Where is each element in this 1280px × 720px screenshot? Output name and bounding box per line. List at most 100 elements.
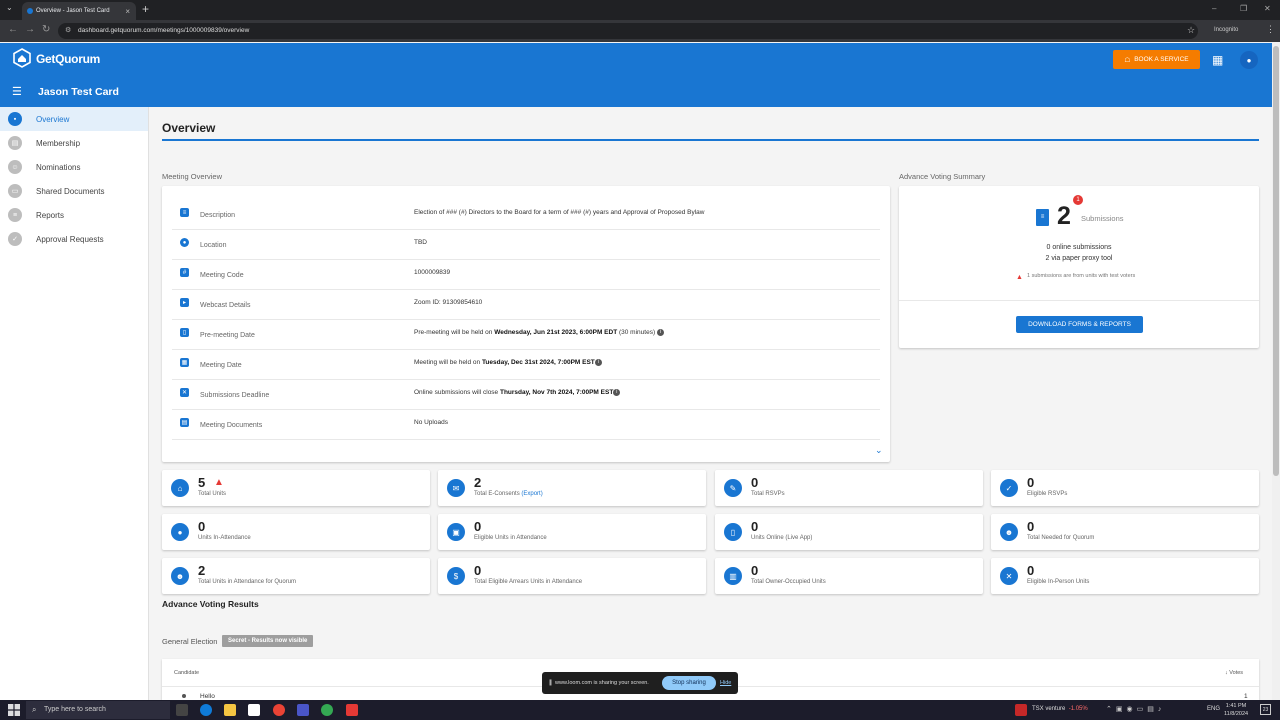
getquorum-logo-icon[interactable] bbox=[12, 48, 32, 68]
windows-start-icon[interactable] bbox=[8, 704, 20, 716]
location-pin-icon: ● bbox=[171, 523, 189, 541]
pdf-icon: ▤ bbox=[180, 418, 189, 427]
overview-row-meeting-date: ▦ Meeting Date Meeting will be held on T… bbox=[172, 350, 880, 380]
sidebar-item-reports[interactable]: ≡ Reports bbox=[0, 203, 148, 227]
reload-icon[interactable]: ↻ bbox=[42, 24, 50, 35]
overview-label: Pre-meeting Date bbox=[200, 332, 255, 339]
screen-share-bar: ❚ www.loom.com is sharing your screen. S… bbox=[542, 672, 738, 694]
info-icon[interactable]: i bbox=[656, 329, 664, 336]
secret-badge: Secret - Results now visible bbox=[222, 635, 314, 647]
overview-row-location: ● Location TBD bbox=[172, 230, 880, 260]
no-person-icon: ✕ bbox=[1000, 567, 1018, 585]
chrome-icon[interactable] bbox=[273, 704, 285, 716]
apps-grid-icon[interactable]: ▦ bbox=[1212, 53, 1223, 67]
browser-menu-icon[interactable]: ⋮ bbox=[1266, 24, 1275, 35]
sidebar-item-label: Membership bbox=[36, 138, 81, 148]
stat-card: ⌂ 5 ▲ Total Units bbox=[162, 470, 430, 506]
system-tray-icons[interactable]: ⌃▣◉▭▤♪ bbox=[1106, 705, 1165, 713]
stat-value: 0 bbox=[751, 519, 759, 534]
sidebar-item-label: Approval Requests bbox=[36, 234, 104, 244]
download-forms-button[interactable]: DOWNLOAD FORMS & REPORTS bbox=[1016, 316, 1143, 333]
location-pin-icon: ● bbox=[180, 238, 189, 247]
mobile-icon: ▯ bbox=[724, 523, 742, 541]
notion-icon[interactable] bbox=[248, 704, 260, 716]
app-icon[interactable] bbox=[346, 704, 358, 716]
overview-value: Meeting will be held on Tuesday, Dec 31s… bbox=[414, 359, 602, 366]
sidebar-item-shared-documents[interactable]: ▭ Shared Documents bbox=[0, 179, 148, 203]
edge-icon[interactable] bbox=[200, 704, 212, 716]
sidebar: ▪ Overview ▤ Membership ☺ Nominations ▭ … bbox=[0, 107, 149, 700]
candidate-header[interactable]: Candidate bbox=[174, 670, 199, 676]
meeting-code-icon: # bbox=[180, 268, 189, 277]
stat-value: 0 bbox=[1027, 563, 1035, 578]
stat-card: ✕ 0 Eligible In-Person Units bbox=[991, 558, 1259, 594]
book-service-button[interactable]: ☖ BOOK A SERVICE bbox=[1113, 50, 1200, 69]
candidate-avatar-icon bbox=[182, 694, 186, 698]
dollar-off-icon: $ bbox=[447, 567, 465, 585]
export-link[interactable]: (Export) bbox=[521, 491, 542, 497]
stat-value: 5 bbox=[198, 475, 206, 490]
address-bar[interactable]: ⚙ dashboard.getquorum.com/meetings/10000… bbox=[58, 23, 1198, 39]
overview-label: Description bbox=[200, 212, 236, 219]
info-icon[interactable]: i bbox=[594, 359, 602, 366]
search-icon: ⌕ bbox=[32, 705, 37, 714]
brand-name[interactable]: GetQuorum bbox=[36, 52, 100, 66]
test-voters-warning: 1 submissions are from units with test v… bbox=[1027, 273, 1136, 279]
stat-label: Units Online (Live App) bbox=[751, 535, 813, 541]
hide-link[interactable]: Hide bbox=[720, 680, 731, 686]
overview-label: Webcast Details bbox=[200, 302, 251, 309]
sidebar-item-approval-requests[interactable]: ✓ Approval Requests bbox=[0, 227, 148, 251]
new-tab-icon[interactable]: + bbox=[142, 2, 149, 16]
candidate-votes: 1 bbox=[1244, 693, 1248, 700]
calendar-icon: ▦ bbox=[180, 358, 189, 367]
minimize-icon[interactable]: – bbox=[1212, 4, 1216, 13]
overview-value: Online submissions will close Thursday, … bbox=[414, 389, 621, 396]
stat-card: ✉ 2 Total E-Consents (Export) bbox=[438, 470, 706, 506]
voting-summary-label: Advance Voting Summary bbox=[899, 172, 986, 181]
forward-icon[interactable]: → bbox=[25, 24, 35, 35]
sidebar-item-nominations[interactable]: ☺ Nominations bbox=[0, 155, 148, 179]
overview-value: Pre-meeting will be held on Wednesday, J… bbox=[414, 329, 664, 336]
stat-label: Units In-Attendance bbox=[198, 535, 251, 541]
notification-center-icon[interactable]: 23 bbox=[1260, 704, 1271, 715]
chevron-down-icon[interactable]: ⌄ bbox=[875, 445, 883, 456]
stat-label: Total Owner-Occupied Units bbox=[751, 579, 826, 585]
back-icon[interactable]: ← bbox=[8, 24, 18, 35]
restore-icon[interactable]: ❐ bbox=[1240, 4, 1247, 13]
calendar-x-icon: ✕ bbox=[180, 388, 189, 397]
stat-label: Eligible RSVPs bbox=[1027, 491, 1068, 497]
account-avatar-icon[interactable]: ● bbox=[1240, 51, 1258, 69]
sidebar-item-overview[interactable]: ▪ Overview bbox=[0, 107, 148, 131]
stock-ticker[interactable]: TSX venture -1.05% bbox=[1032, 706, 1088, 712]
tab-search-icon[interactable]: ⌄ bbox=[6, 3, 13, 12]
site-info-icon[interactable]: ⚙ bbox=[65, 23, 71, 39]
sidebar-item-membership[interactable]: ▤ Membership bbox=[0, 131, 148, 155]
info-icon[interactable]: i bbox=[613, 389, 621, 396]
taskbar-search[interactable]: ⌕ Type here to search bbox=[26, 701, 170, 719]
task-view-icon[interactable] bbox=[176, 704, 188, 716]
stat-label: Total Eligible Arrears Units in Attendan… bbox=[474, 579, 583, 585]
chrome-incognito-icon[interactable] bbox=[321, 704, 333, 716]
tab-close-icon[interactable]: × bbox=[125, 7, 130, 16]
email-icon: ✉ bbox=[447, 479, 465, 497]
teams-icon[interactable] bbox=[297, 704, 309, 716]
stat-label-text: Total E-Consents bbox=[474, 491, 520, 497]
language-indicator[interactable]: ENG bbox=[1207, 706, 1220, 712]
bookmark-star-icon[interactable]: ☆ bbox=[1187, 25, 1195, 36]
overview-label: Location bbox=[200, 242, 227, 249]
clock-date: 11/8/2024 bbox=[1224, 711, 1249, 717]
warning-icon: ▲ bbox=[1016, 274, 1023, 281]
scrollbar-thumb[interactable] bbox=[1273, 46, 1279, 476]
taskbar-clock[interactable]: 1:41 PM 11/8/2024 bbox=[1224, 702, 1248, 718]
calendar-check-icon: ✓ bbox=[1000, 479, 1018, 497]
file-explorer-icon[interactable] bbox=[224, 704, 236, 716]
warning-icon[interactable]: ▲ bbox=[214, 477, 224, 488]
menu-hamburger-icon[interactable]: ☰ bbox=[12, 85, 22, 98]
sharing-text: www.loom.com is sharing your screen. bbox=[555, 680, 649, 686]
window-close-icon[interactable]: ✕ bbox=[1264, 4, 1271, 13]
browser-tab[interactable]: Overview - Jason Test Card × bbox=[22, 2, 136, 20]
tab-favicon-icon bbox=[27, 8, 33, 14]
votes-header[interactable]: ↓ Votes bbox=[1225, 670, 1243, 676]
stat-value: 0 bbox=[1027, 475, 1035, 490]
stop-sharing-button[interactable]: Stop sharing bbox=[662, 676, 716, 690]
